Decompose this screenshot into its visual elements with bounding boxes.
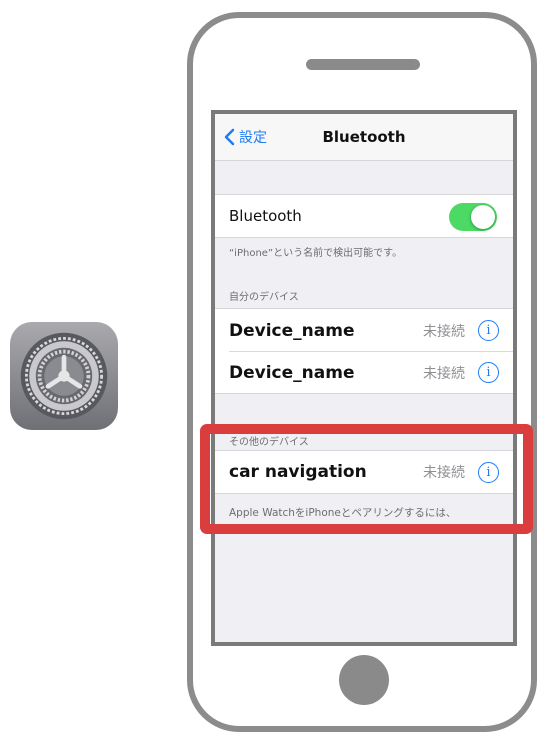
info-icon[interactable]: i — [478, 362, 499, 383]
bluetooth-label: Bluetooth — [229, 207, 302, 225]
toggle-knob — [471, 205, 495, 229]
navigation-bar: 設定 Bluetooth — [215, 114, 513, 161]
device-name: Device_name — [229, 362, 355, 383]
speaker-grille — [306, 59, 420, 70]
device-row[interactable]: Device_name 未接続 i — [215, 308, 513, 352]
device-name: Device_name — [229, 320, 355, 341]
info-icon[interactable]: i — [478, 320, 499, 341]
device-row[interactable]: Device_name 未接続 i — [215, 352, 513, 394]
page-title: Bluetooth — [322, 128, 406, 146]
highlight-box — [200, 424, 533, 534]
home-button[interactable] — [339, 655, 389, 705]
device-status: 未接続 — [423, 323, 465, 340]
settings-app-icon[interactable] — [10, 322, 118, 430]
bluetooth-row: Bluetooth — [215, 194, 513, 238]
bluetooth-toggle[interactable] — [449, 203, 497, 231]
phone-screen: 設定 Bluetooth Bluetooth “iPhone”という名前で検出可… — [211, 110, 517, 646]
device-status: 未接続 — [423, 365, 465, 382]
gear-icon — [20, 332, 108, 420]
visibility-note: “iPhone”という名前で検出可能です。 — [229, 248, 403, 259]
my-devices-header: 自分のデバイス — [229, 292, 299, 303]
